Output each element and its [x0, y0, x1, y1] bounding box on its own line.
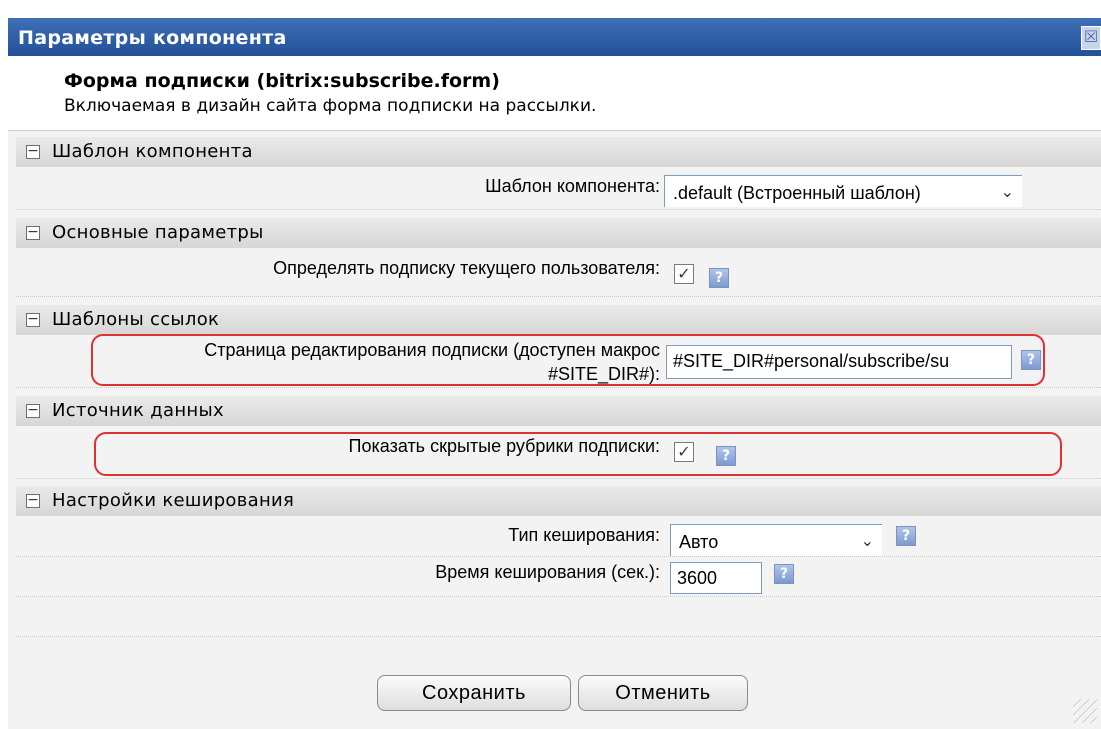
- param-label: Шаблон компонента:: [485, 176, 660, 196]
- section-link-templates[interactable]: − Шаблоны ссылок: [16, 305, 1101, 335]
- current-user-checkbox[interactable]: ✓: [674, 264, 694, 284]
- chevron-down-icon: ⌄: [860, 533, 874, 550]
- empty-row: [16, 596, 1101, 637]
- section-data-source[interactable]: − Источник данных: [16, 396, 1101, 426]
- save-button[interactable]: Сохранить: [377, 675, 571, 711]
- dialog-body: Форма подписки (bitrix:subscribe.form) В…: [8, 56, 1101, 729]
- collapse-icon[interactable]: −: [26, 144, 40, 159]
- param-row-cache-time: Время кеширования (сек.): 3600 ?: [16, 556, 1101, 597]
- chevron-down-icon: ⌄: [1000, 184, 1014, 201]
- cancel-button[interactable]: Отменить: [578, 675, 748, 711]
- collapse-icon[interactable]: −: [26, 225, 40, 240]
- section-label: Шаблоны ссылок: [52, 309, 220, 330]
- section-cache-settings[interactable]: − Настройки кеширования: [16, 486, 1101, 516]
- param-label: Определять подписку текущего пользовател…: [273, 258, 660, 278]
- help-icon[interactable]: ?: [774, 564, 794, 584]
- help-icon[interactable]: ?: [896, 526, 916, 546]
- section-main-params[interactable]: − Основные параметры: [16, 218, 1101, 248]
- collapse-icon[interactable]: −: [26, 403, 40, 418]
- select-value: Авто: [679, 532, 719, 552]
- param-row-template: Шаблон компонента: .default (Встроенный …: [16, 167, 1101, 210]
- collapse-icon[interactable]: −: [26, 312, 40, 327]
- component-description: Включаемая в дизайн сайта форма подписки…: [64, 96, 597, 116]
- param-label: Тип кеширования:: [508, 525, 660, 545]
- highlight-outline: [94, 432, 1062, 476]
- template-select[interactable]: .default (Встроенный шаблон) ⌄: [664, 175, 1022, 207]
- component-header: Форма подписки (bitrix:subscribe.form) В…: [8, 56, 1101, 131]
- help-icon[interactable]: ?: [709, 268, 729, 288]
- component-parameters-dialog: Параметры компонента ☒ Форма подписки (b…: [0, 0, 1101, 729]
- collapse-icon[interactable]: −: [26, 493, 40, 508]
- section-label: Основные параметры: [52, 222, 264, 243]
- highlight-outline: [91, 334, 1045, 386]
- section-template[interactable]: − Шаблон компонента: [16, 137, 1101, 167]
- cache-time-input[interactable]: 3600: [670, 562, 762, 594]
- section-label: Источник данных: [52, 400, 224, 421]
- dialog-titlebar[interactable]: Параметры компонента ☒: [8, 18, 1101, 56]
- param-row-current-user: Определять подписку текущего пользовател…: [16, 248, 1101, 297]
- close-icon[interactable]: ☒: [1081, 26, 1101, 50]
- select-value: .default (Встроенный шаблон): [673, 183, 921, 203]
- param-label: Время кеширования (сек.):: [435, 562, 660, 582]
- dialog-title: Параметры компонента: [18, 27, 287, 49]
- param-row-cache-type: Тип кеширования: Авто ⌄ ?: [16, 516, 1101, 557]
- section-label: Настройки кеширования: [52, 490, 295, 511]
- component-title: Форма подписки (bitrix:subscribe.form): [64, 70, 500, 92]
- section-label: Шаблон компонента: [52, 141, 253, 162]
- cache-type-select[interactable]: Авто ⌄: [670, 524, 882, 556]
- resize-handle[interactable]: [1073, 699, 1097, 723]
